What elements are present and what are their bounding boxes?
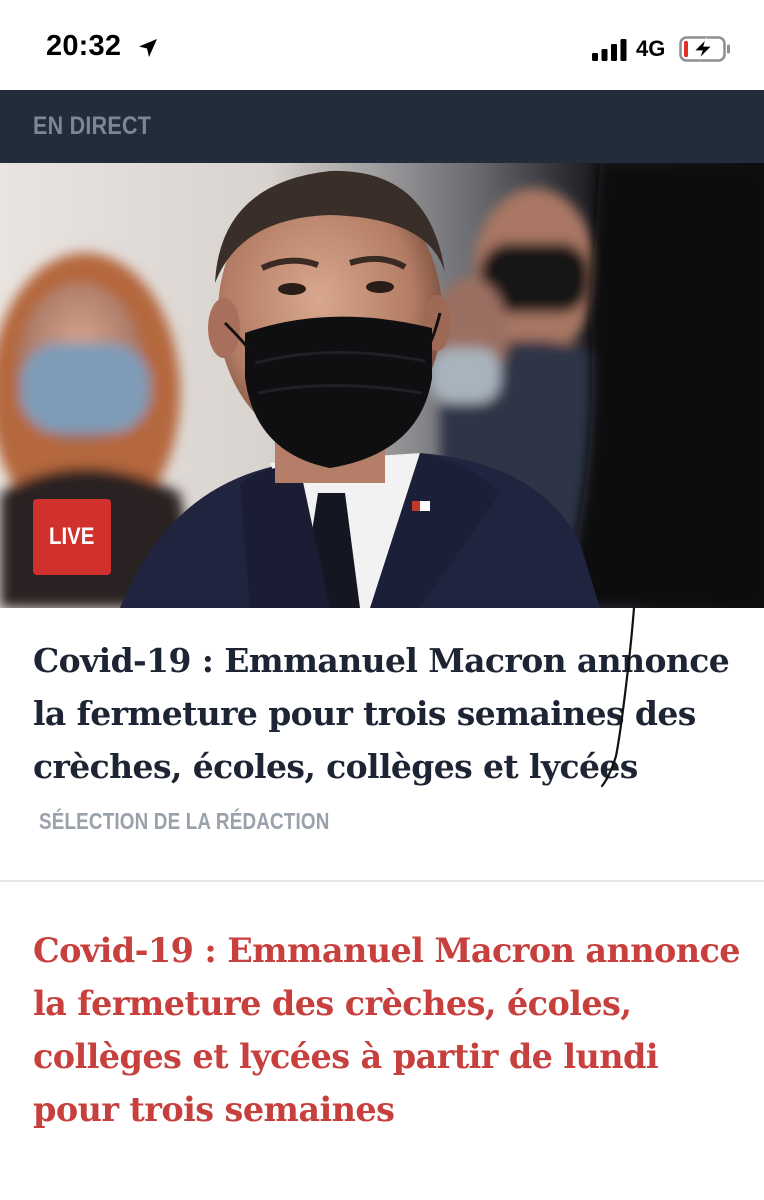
section-header: EN DIRECT bbox=[0, 90, 764, 163]
story-card-2[interactable]: Covid-19 : Emmanuel Macron annonce la fe… bbox=[0, 882, 764, 1200]
section-label-en-direct: EN DIRECT bbox=[33, 112, 152, 140]
status-bar: 20:32 4G bbox=[0, 0, 764, 90]
story-card-1[interactable]: Covid-19 : Emmanuel Macron annonce la fe… bbox=[0, 608, 764, 881]
hero-photo[interactable] bbox=[0, 163, 764, 608]
handwritten-pen-stroke bbox=[600, 606, 636, 788]
headline-2[interactable]: Covid-19 : Emmanuel Macron annonce la fe… bbox=[33, 924, 743, 1136]
live-badge: LIVE bbox=[33, 499, 111, 575]
network-type-label: 4G bbox=[636, 36, 666, 61]
battery-charging-icon bbox=[679, 36, 730, 62]
editor-pick-tag: SÉLECTION DE LA RÉDACTION bbox=[39, 808, 330, 834]
status-time: 20:32 bbox=[46, 30, 122, 62]
hero-photo-illustration bbox=[0, 163, 764, 608]
signal-bars-icon bbox=[592, 39, 627, 61]
location-arrow-icon bbox=[139, 39, 157, 57]
